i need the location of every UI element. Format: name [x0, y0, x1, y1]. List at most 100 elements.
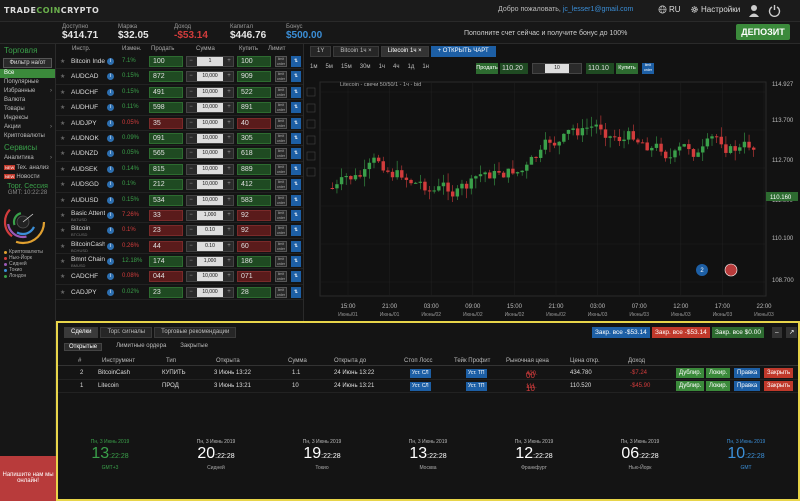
- star-icon[interactable]: ★: [60, 197, 65, 204]
- timeframe-option[interactable]: 30м: [360, 64, 371, 70]
- sidebar-item-1[interactable]: Популярные: [0, 78, 55, 87]
- instrument-row[interactable]: ★ AUDJPY i 0.05% 35−10,000 +40 limit order ⇅: [56, 116, 303, 131]
- star-icon[interactable]: ★: [60, 150, 65, 157]
- star-icon[interactable]: ★: [60, 89, 65, 96]
- chart-sell-button[interactable]: Продать: [476, 63, 498, 74]
- plus-icon[interactable]: +: [225, 196, 233, 205]
- star-icon[interactable]: ★: [60, 258, 65, 265]
- timeframe-option[interactable]: 1ч: [379, 64, 385, 70]
- order-icon[interactable]: ⇅: [291, 71, 301, 83]
- amount-stepper[interactable]: −10,000 +: [186, 132, 234, 144]
- info-icon[interactable]: i: [107, 273, 114, 281]
- info-icon[interactable]: i: [107, 196, 114, 204]
- collapse-panel-button[interactable]: –: [772, 327, 782, 338]
- limit-order-button[interactable]: limit order: [275, 194, 287, 206]
- sell-price-button[interactable]: 174: [149, 256, 183, 268]
- amount-stepper[interactable]: −10,000 +: [186, 148, 234, 160]
- amount-stepper[interactable]: −10,000 +: [186, 117, 234, 129]
- instrument-row[interactable]: ★ Bmnt Chain BMUSD i 12.18% 174−1,000 +186 limi…: [56, 254, 303, 270]
- info-icon[interactable]: i: [107, 104, 114, 112]
- star-icon[interactable]: ★: [60, 181, 65, 188]
- deposit-button[interactable]: ДЕПОЗИТ: [736, 24, 790, 40]
- amount-stepper[interactable]: −1,000 +: [186, 256, 234, 268]
- amount-value[interactable]: 0.10: [197, 241, 223, 251]
- star-icon[interactable]: ★: [60, 289, 65, 296]
- sidebar-item-3[interactable]: Валюта: [0, 96, 55, 105]
- sell-price-button[interactable]: 35: [149, 117, 183, 129]
- close-trade-button[interactable]: Закрыть: [764, 381, 794, 391]
- buy-price-button[interactable]: 40: [237, 117, 271, 129]
- service-item-2[interactable]: NEW Новости: [0, 172, 55, 181]
- sidebar-item-5[interactable]: Индексы: [0, 114, 55, 123]
- us-flag-icon[interactable]: [724, 263, 738, 277]
- info-icon[interactable]: i: [107, 211, 114, 219]
- chart-buy-price[interactable]: 110.10: [586, 63, 614, 74]
- trades-subtab-1[interactable]: Лимитные ордера: [116, 343, 166, 351]
- minus-icon[interactable]: −: [187, 88, 195, 97]
- open-chart-tab[interactable]: + ОТКРЫТЬ ЧАРТ: [430, 46, 496, 57]
- col-instr[interactable]: Инстр.: [72, 46, 90, 52]
- limit-order-button[interactable]: limit order: [275, 256, 287, 268]
- duplicate-button[interactable]: Дублир.: [676, 368, 705, 378]
- buy-price-button[interactable]: 071: [237, 271, 271, 283]
- drawing-tool-icon[interactable]: [306, 135, 316, 145]
- col-change[interactable]: Измен.: [122, 46, 142, 52]
- limit-order-button[interactable]: limit order: [275, 286, 287, 298]
- plus-icon[interactable]: +: [225, 288, 233, 297]
- star-icon[interactable]: ★: [60, 135, 65, 142]
- buy-price-button[interactable]: 522: [237, 86, 271, 98]
- chat-message-box[interactable]: Напишите нам мы онлайн!: [0, 456, 56, 501]
- close-all-button-blue[interactable]: Закр. все -$53.14: [592, 327, 650, 338]
- order-icon[interactable]: ⇅: [291, 132, 301, 144]
- info-icon[interactable]: i: [107, 134, 114, 142]
- amount-stepper[interactable]: −10,000 +: [186, 86, 234, 98]
- minus-icon[interactable]: −: [187, 103, 195, 112]
- timeframe-option[interactable]: 1м: [310, 64, 317, 70]
- order-icon[interactable]: ⇅: [291, 86, 301, 98]
- timeframe-option[interactable]: 4ч: [393, 64, 399, 70]
- instrument-row[interactable]: ★ BitcoinCash BCHUSD i 0.26% 44−0.10 +60 limit o…: [56, 239, 303, 255]
- plus-icon[interactable]: +: [225, 119, 233, 128]
- filter-button[interactable]: Фильтр на/от: [3, 58, 52, 68]
- minus-icon[interactable]: −: [187, 196, 195, 205]
- sell-price-button[interactable]: 598: [149, 102, 183, 114]
- sidebar-item-2[interactable]: Избранные ›: [0, 87, 55, 96]
- sidebar-item-4[interactable]: Товары: [0, 105, 55, 114]
- instrument-row[interactable]: ★ Bitcoin Index i 7.1% 100−1 +100 limit order ⇅: [56, 54, 303, 70]
- sell-price-button[interactable]: 44: [149, 240, 183, 252]
- buy-price-button[interactable]: 92: [237, 225, 271, 237]
- order-icon[interactable]: ⇅: [291, 194, 301, 206]
- sell-price-button[interactable]: 212: [149, 179, 183, 191]
- chart-sell-price[interactable]: 110.20: [500, 63, 528, 74]
- order-icon[interactable]: ⇅: [291, 163, 301, 175]
- amount-value[interactable]: 10,000: [197, 180, 223, 190]
- order-icon[interactable]: ⇅: [291, 56, 301, 67]
- timeframe-option[interactable]: 1д: [408, 64, 415, 70]
- minus-icon[interactable]: −: [187, 57, 195, 66]
- amount-value[interactable]: 10,000: [197, 164, 223, 174]
- minus-icon[interactable]: −: [187, 180, 195, 189]
- amount-value[interactable]: 1: [197, 57, 223, 66]
- set-stop-loss-button[interactable]: Уст. СЛ: [410, 382, 431, 391]
- info-icon[interactable]: i: [107, 227, 114, 235]
- plus-icon[interactable]: +: [225, 272, 233, 281]
- sell-price-button[interactable]: 23: [149, 286, 183, 298]
- plus-icon[interactable]: +: [225, 180, 233, 189]
- trade-row[interactable]: 2 BitcoinCash КУПИТЬ 3 Июнь 13:22 1.1 24 Июнь…: [58, 367, 798, 380]
- trades-tab-2[interactable]: Торговые рекомендации: [154, 327, 237, 338]
- info-icon[interactable]: i: [107, 258, 114, 266]
- drawing-tool-icon[interactable]: [306, 87, 316, 97]
- amount-value[interactable]: 10,000: [197, 87, 223, 97]
- expand-panel-button[interactable]: ↗: [786, 327, 798, 338]
- star-icon[interactable]: ★: [60, 243, 65, 250]
- minus-icon[interactable]: −: [187, 134, 195, 143]
- amount-stepper[interactable]: −0.10 +: [186, 240, 234, 252]
- amount-stepper[interactable]: −10,000 +: [186, 71, 234, 83]
- timeframe-option[interactable]: 1н: [422, 64, 429, 70]
- amount-stepper[interactable]: −10,000 +: [186, 194, 234, 206]
- info-icon[interactable]: i: [107, 181, 114, 189]
- minus-icon[interactable]: −: [187, 165, 195, 174]
- plus-icon[interactable]: +: [225, 149, 233, 158]
- instrument-row[interactable]: ★ AUDHUF i 0.11% 598−10,000 +891 limit order ⇅: [56, 100, 303, 116]
- plus-icon[interactable]: +: [225, 226, 233, 235]
